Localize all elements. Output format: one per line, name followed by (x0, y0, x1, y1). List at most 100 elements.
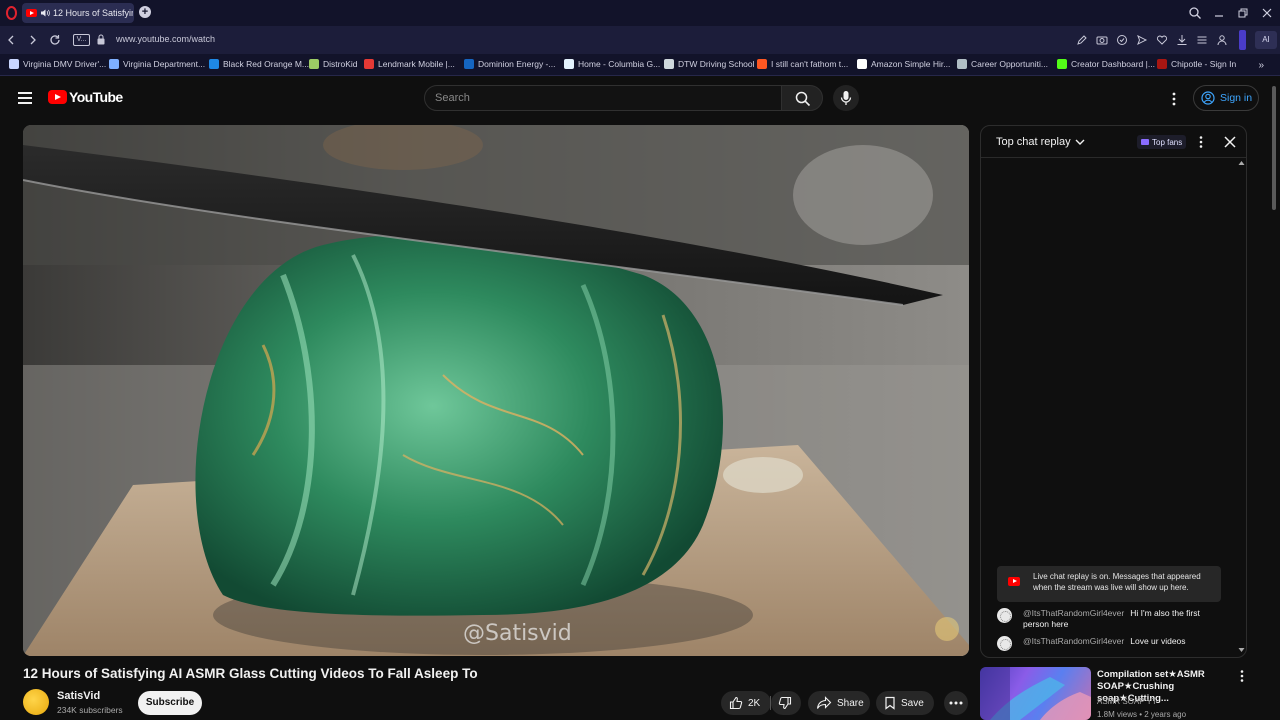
dislike-button[interactable] (771, 691, 801, 715)
hamburger-menu-icon[interactable] (18, 92, 32, 104)
recommendation-meta: 1.8M views • 2 years ago (1097, 710, 1187, 719)
bookmark-favicon-icon (9, 59, 19, 69)
more-actions-button[interactable] (944, 691, 968, 715)
bookmark-item[interactable]: Creator Dashboard |... (1057, 59, 1155, 69)
page-scrollbar[interactable] (1272, 86, 1276, 210)
bookmark-item[interactable]: Lendmark Mobile |... (364, 59, 455, 69)
bookmarks-overflow-icon[interactable]: » (1258, 60, 1264, 71)
recommendation-channel[interactable]: ASMR SOAP YT (1097, 697, 1157, 706)
bookmark-item[interactable]: Black Red Orange M... (209, 59, 309, 69)
bookmark-favicon-icon (209, 59, 219, 69)
camera-icon[interactable] (1096, 34, 1108, 46)
forward-icon[interactable] (26, 33, 40, 47)
bookmark-favicon-icon (1157, 59, 1167, 69)
share-label: Share (837, 697, 864, 709)
thumbs-down-icon (778, 696, 792, 710)
share-button[interactable]: Share (808, 691, 870, 715)
heart-icon[interactable] (1156, 34, 1168, 46)
video-player[interactable]: @Satisvid (23, 125, 969, 656)
close-chat-icon[interactable] (1223, 135, 1237, 149)
tab-search-icon[interactable] (1188, 6, 1202, 20)
thumbnail-image (980, 667, 1091, 720)
chat-title: Top chat replay (996, 136, 1071, 148)
chat-scroll-up-icon[interactable] (1238, 160, 1245, 166)
url-field[interactable]: www.youtube.com/watch (116, 34, 215, 44)
bookmark-favicon-icon (464, 59, 474, 69)
voice-search-button[interactable] (833, 85, 859, 111)
thumbs-up-icon (729, 696, 743, 710)
channel-avatar[interactable] (23, 689, 49, 715)
bookmark-label: Creator Dashboard |... (1071, 59, 1155, 69)
search-button[interactable] (781, 85, 823, 111)
edit-icon[interactable] (1076, 34, 1088, 46)
save-label: Save (901, 697, 924, 709)
like-count: 2K (748, 697, 761, 709)
channel-branding-icon[interactable] (935, 617, 959, 641)
video-title: 12 Hours of Satisfying AI ASMR Glass Cut… (23, 666, 478, 681)
restore-icon[interactable] (1236, 6, 1250, 20)
subscribe-button[interactable]: Subscribe (138, 691, 202, 715)
profile-icon[interactable] (1216, 34, 1228, 46)
minimize-icon[interactable] (1212, 6, 1226, 20)
bookmark-item[interactable]: Dominion Energy -... (464, 59, 555, 69)
bookmark-label: Chipotle - Sign In (1171, 59, 1237, 69)
bookmark-item[interactable]: Virginia DMV Driver'... (9, 59, 106, 69)
menu-lines-icon[interactable] (1196, 34, 1208, 46)
search-input[interactable]: Search (424, 85, 782, 111)
bookmarks-bar: Virginia DMV Driver'... Virginia Departme… (0, 54, 1280, 76)
bookmark-favicon-icon (857, 59, 867, 69)
chat-avatar (997, 608, 1012, 623)
bookmark-item[interactable]: Career Opportuniti... (957, 59, 1048, 69)
bookmark-item[interactable]: Virginia Department... (109, 59, 205, 69)
channel-name[interactable]: SatisVid (57, 690, 100, 702)
subscriber-count: 234K subscribers (57, 705, 123, 715)
download-icon[interactable] (1176, 34, 1188, 46)
bookmark-item[interactable]: I still can't fathom t... (757, 59, 848, 69)
youtube-logo[interactable]: YouTube (48, 89, 123, 105)
video-frame (23, 125, 969, 656)
bookmark-label: Amazon Simple Hir... (871, 59, 951, 69)
ai-button[interactable]: AI (1255, 31, 1277, 49)
bookmark-item[interactable]: Chipotle - Sign In (1157, 59, 1236, 69)
browser-tab-bar: 12 Hours of Satisfying + (0, 0, 1280, 26)
chat-header: Top chat replay Top fans (981, 126, 1246, 158)
send-icon[interactable] (1136, 34, 1148, 46)
sign-in-button[interactable]: Sign in (1193, 85, 1259, 111)
vpn-badge[interactable]: V... (73, 34, 90, 46)
opera-logo-icon[interactable] (6, 6, 17, 20)
shield-icon[interactable] (1116, 34, 1128, 46)
chat-message[interactable]: @ItsThatRandomGirl4ever Love ur videos (997, 636, 1227, 651)
browser-tab-active[interactable]: 12 Hours of Satisfying (22, 3, 134, 23)
bookmark-label: Black Red Orange M... (223, 59, 309, 69)
chat-mode-dropdown[interactable]: Top chat replay (996, 136, 1085, 148)
top-fans-badge[interactable]: Top fans (1137, 135, 1187, 149)
chat-replay-notice: Live chat replay is on. Messages that ap… (997, 566, 1221, 602)
settings-kebab-icon[interactable] (1168, 91, 1180, 107)
bookmark-label: I still can't fathom t... (771, 59, 849, 69)
save-button[interactable]: Save (876, 691, 934, 715)
bookmark-label: Home - Columbia G... (578, 59, 661, 69)
bookmark-item[interactable]: Amazon Simple Hir... (857, 59, 950, 69)
reload-icon[interactable] (48, 33, 62, 47)
youtube-wordmark: YouTube (69, 89, 123, 105)
chat-options-icon[interactable] (1197, 135, 1205, 149)
chat-avatar (997, 636, 1012, 651)
recommendation-options-icon[interactable] (1238, 669, 1246, 683)
recommendation-thumbnail[interactable] (980, 667, 1091, 720)
close-window-icon[interactable] (1260, 6, 1274, 20)
youtube-notice-icon (1008, 577, 1020, 586)
like-button[interactable]: 2K (721, 691, 771, 715)
bookmark-label: Career Opportuniti... (971, 59, 1049, 69)
chat-message[interactable]: @ItsThatRandomGirl4ever Hi I'm also the f… (997, 608, 1227, 630)
back-icon[interactable] (4, 33, 18, 47)
bookmark-item[interactable]: DistroKid (309, 59, 357, 69)
speaker-icon[interactable] (40, 8, 50, 18)
bookmark-favicon-icon (109, 59, 119, 69)
new-tab-button[interactable]: + (139, 6, 151, 18)
bookmark-item[interactable]: Home - Columbia G... (564, 59, 660, 69)
bookmark-label: Dominion Energy -... (478, 59, 556, 69)
chat-scroll-down-icon[interactable] (1238, 647, 1245, 653)
lock-icon[interactable] (97, 34, 105, 45)
sidebar-toggle[interactable] (1239, 30, 1246, 50)
bookmark-item[interactable]: DTW Driving School (664, 59, 755, 69)
